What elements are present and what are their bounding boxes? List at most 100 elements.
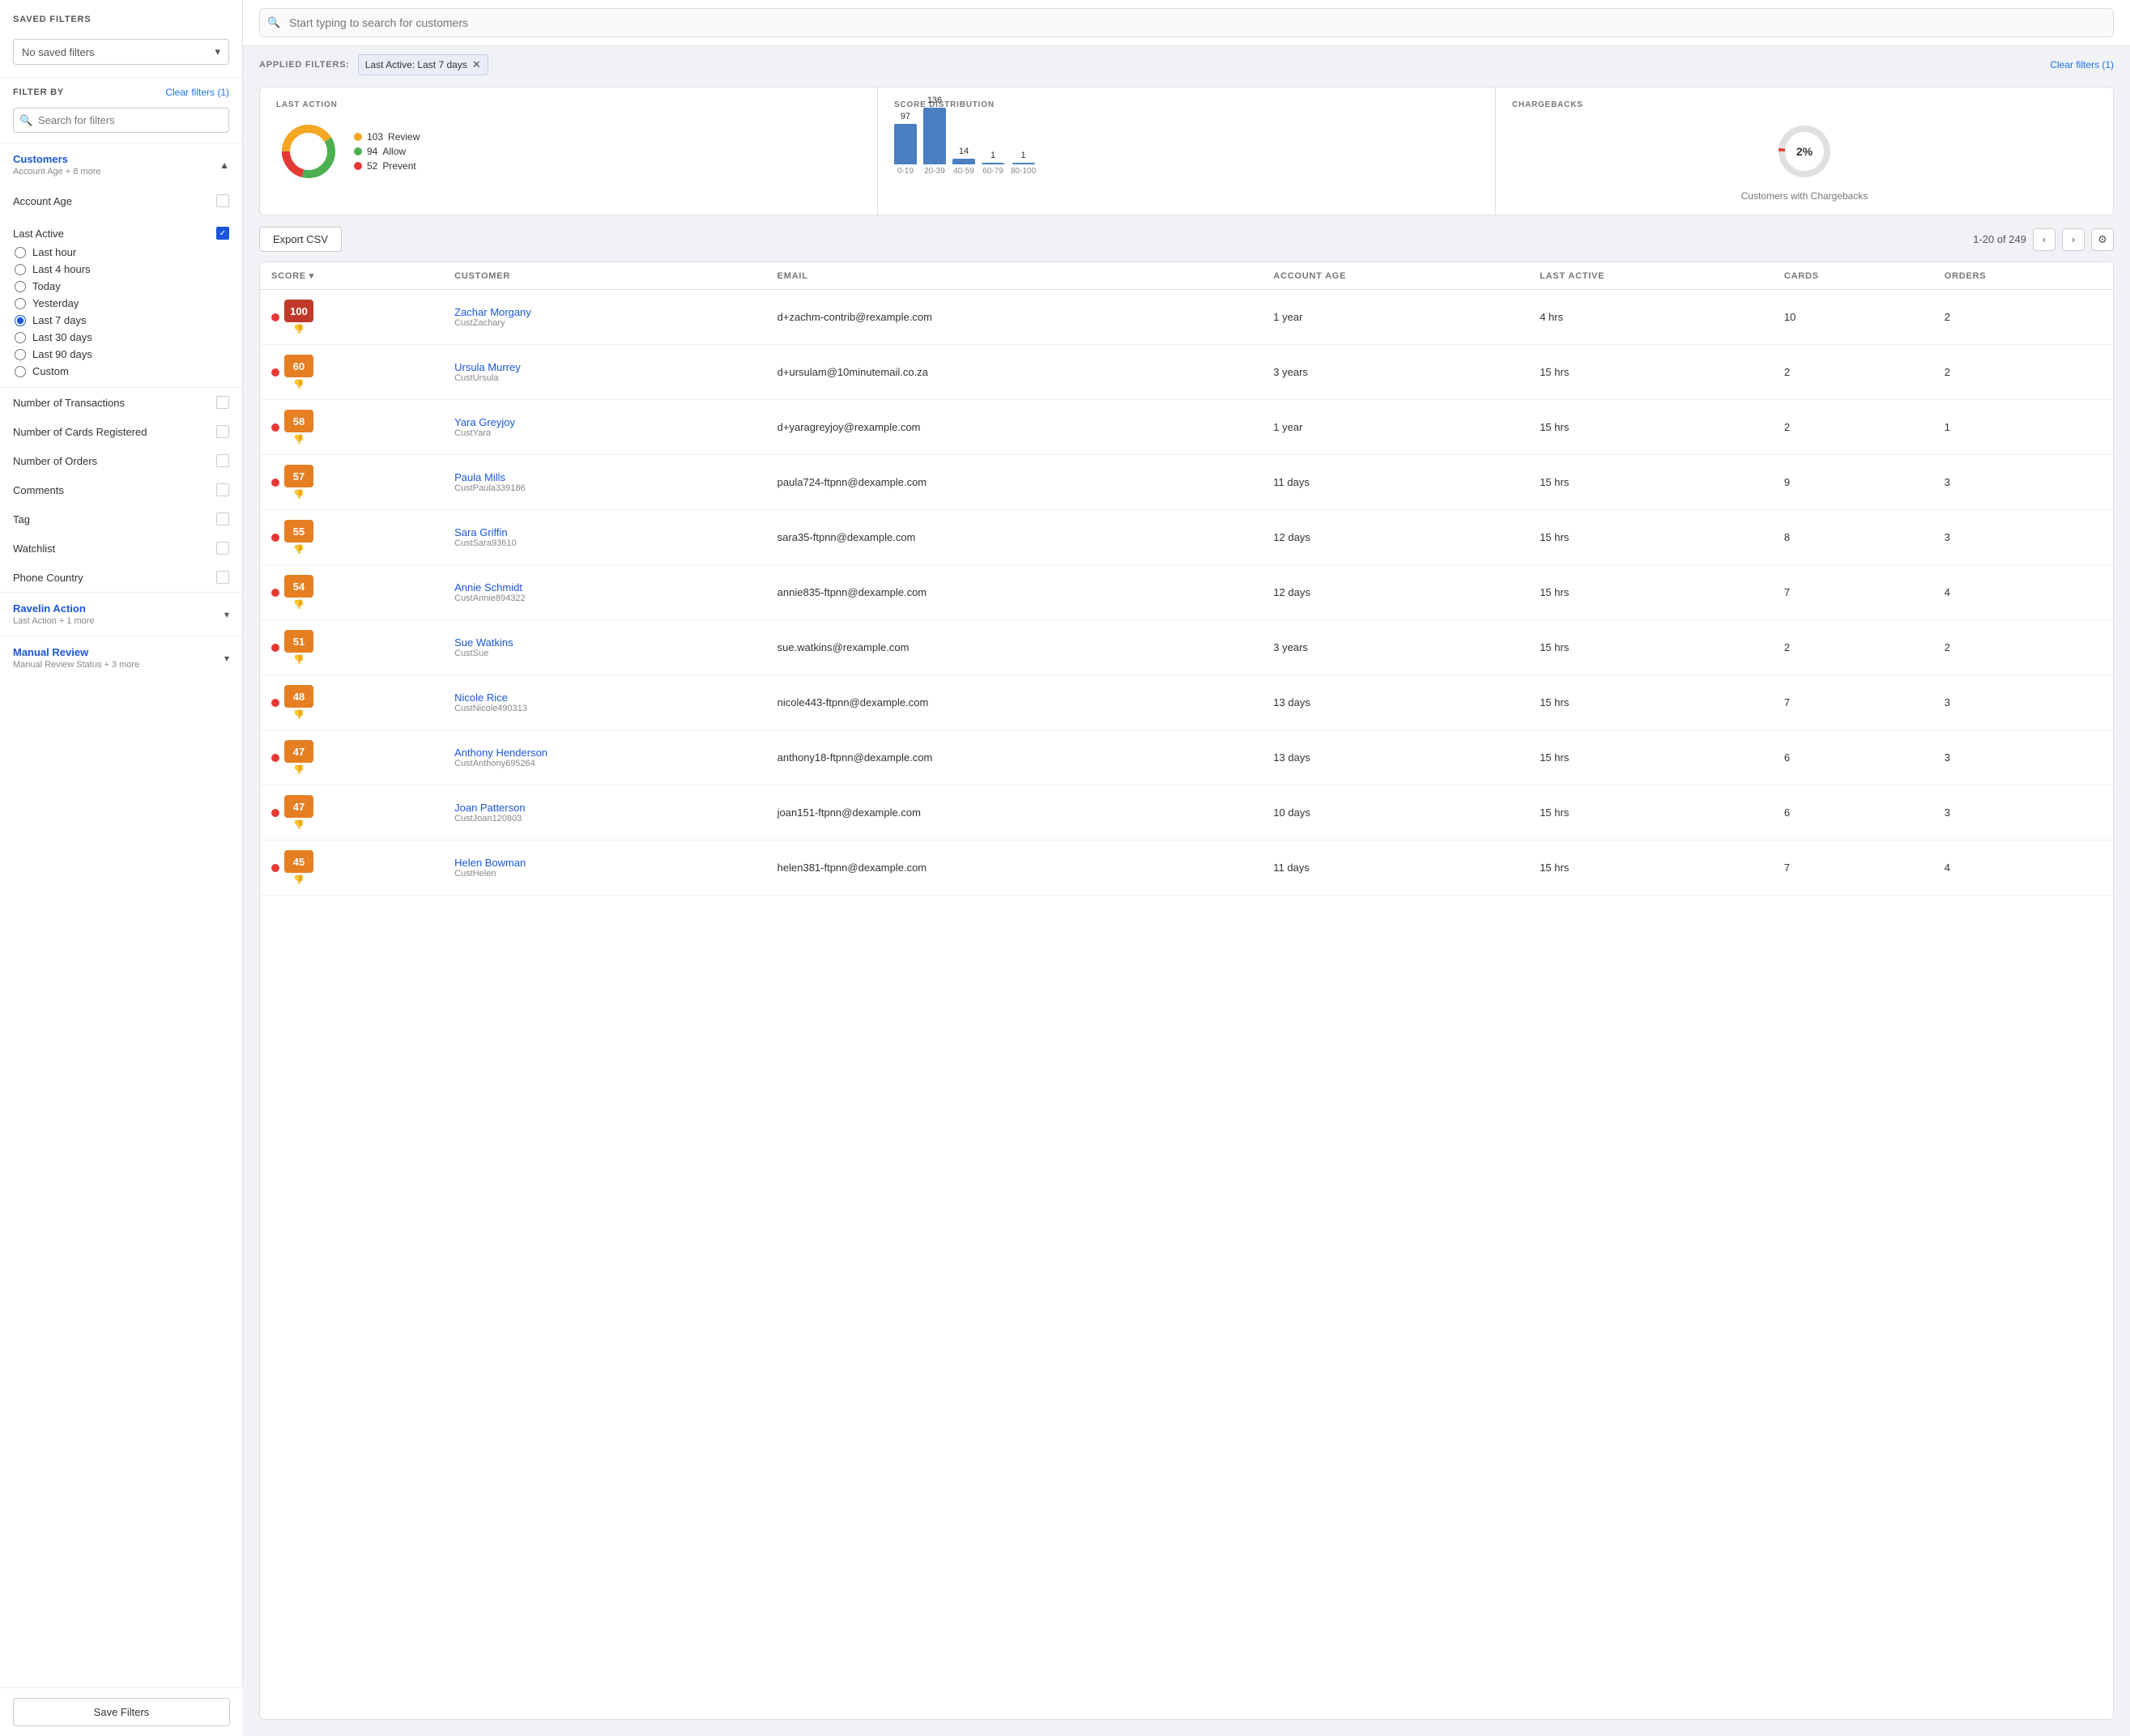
score-cell: 60 👎 bbox=[260, 345, 443, 400]
radio-last-90-days-label: Last 90 days bbox=[32, 348, 92, 360]
last-action-title: LAST ACTION bbox=[276, 100, 861, 109]
account-age-checkbox[interactable] bbox=[216, 194, 229, 207]
table-row[interactable]: 100 👎 Zachar Morgany CustZachary d+zachm… bbox=[260, 290, 2113, 345]
radio-today-label: Today bbox=[32, 280, 61, 292]
ravelin-action-header[interactable]: Ravelin Action Last Action + 1 more ▾ bbox=[0, 593, 242, 636]
search-filters-input[interactable] bbox=[13, 108, 229, 133]
radio-last-hour[interactable]: Last hour bbox=[15, 246, 229, 258]
customer-name[interactable]: Sue Watkins bbox=[454, 636, 755, 649]
score-badge: 51 bbox=[284, 630, 313, 653]
clear-all-filters-link[interactable]: Clear filters (1) bbox=[2050, 59, 2114, 70]
bar-80-100-rect bbox=[1012, 163, 1035, 164]
orders-cell: 3 bbox=[1933, 675, 2113, 730]
table-row[interactable]: 47 👎 Anthony Henderson CustAnthony695264… bbox=[260, 730, 2113, 785]
table-row[interactable]: 51 👎 Sue Watkins CustSue sue.watkins@rex… bbox=[260, 620, 2113, 675]
score-flag: 👎 bbox=[293, 819, 305, 830]
radio-custom[interactable]: Custom bbox=[15, 365, 229, 377]
radio-last-4-hours[interactable]: Last 4 hours bbox=[15, 263, 229, 275]
customer-name[interactable]: Helen Bowman bbox=[454, 857, 755, 869]
comments-checkbox[interactable] bbox=[216, 483, 229, 496]
customer-name[interactable]: Yara Greyjoy bbox=[454, 416, 755, 428]
last-active-cell: 4 hrs bbox=[1528, 290, 1773, 345]
bar-40-59-label: 40-59 bbox=[953, 167, 974, 176]
tag-checkbox[interactable] bbox=[216, 513, 229, 525]
customer-id: CustSara93610 bbox=[454, 538, 755, 548]
pagination-next-button[interactable]: › bbox=[2062, 228, 2085, 251]
score-dot bbox=[271, 313, 279, 321]
num-orders-filter[interactable]: Number of Orders bbox=[0, 446, 242, 475]
bar-20-39: 136 20-39 bbox=[923, 96, 946, 176]
num-cards-checkbox[interactable] bbox=[216, 425, 229, 438]
customer-name[interactable]: Paula Mills bbox=[454, 471, 755, 483]
cards-cell: 7 bbox=[1773, 565, 1933, 620]
customer-name[interactable]: Nicole Rice bbox=[454, 691, 755, 704]
chargebacks-title: CHARGEBACKS bbox=[1512, 100, 2097, 109]
phone-country-filter[interactable]: Phone Country bbox=[0, 563, 242, 592]
watchlist-filter[interactable]: Watchlist bbox=[0, 534, 242, 563]
comments-filter[interactable]: Comments bbox=[0, 475, 242, 504]
manual-review-header[interactable]: Manual Review Manual Review Status + 3 m… bbox=[0, 636, 242, 679]
num-cards-filter[interactable]: Number of Cards Registered bbox=[0, 417, 242, 446]
manual-review-subtitle: Manual Review Status + 3 more bbox=[13, 660, 139, 670]
num-orders-checkbox[interactable] bbox=[216, 454, 229, 467]
export-csv-button[interactable]: Export CSV bbox=[259, 227, 342, 252]
radio-last-30-days[interactable]: Last 30 days bbox=[15, 331, 229, 343]
review-label: Review bbox=[388, 131, 420, 143]
ravelin-action-chevron-down-icon: ▾ bbox=[224, 609, 229, 620]
score-distribution-chart: 97 0-19 136 20-39 14 40-59 1 60- bbox=[894, 119, 1479, 176]
cards-cell: 10 bbox=[1773, 290, 1933, 345]
customer-name[interactable]: Zachar Morgany bbox=[454, 306, 755, 318]
customer-name[interactable]: Joan Patterson bbox=[454, 802, 755, 814]
clear-filters-link[interactable]: Clear filters (1) bbox=[165, 87, 229, 98]
account-age-cell: 10 days bbox=[1262, 785, 1528, 840]
radio-today[interactable]: Today bbox=[15, 280, 229, 292]
customer-name[interactable]: Ursula Murrey bbox=[454, 361, 755, 373]
customer-search-input[interactable] bbox=[259, 8, 2114, 37]
customer-name[interactable]: Sara Griffin bbox=[454, 526, 755, 538]
account-age-filter-item[interactable]: Account Age bbox=[0, 186, 242, 215]
table-row[interactable]: 58 👎 Yara Greyjoy CustYara d+yaragreyjoy… bbox=[260, 400, 2113, 455]
score-flag: 👎 bbox=[293, 434, 305, 445]
save-filters-button[interactable]: Save Filters bbox=[13, 1698, 230, 1726]
allow-label: Allow bbox=[382, 146, 406, 157]
col-score[interactable]: SCORE ▾ bbox=[260, 262, 443, 290]
table-row[interactable]: 60 👎 Ursula Murrey CustUrsula d+ursulam@… bbox=[260, 345, 2113, 400]
radio-last-90-days[interactable]: Last 90 days bbox=[15, 348, 229, 360]
table-row[interactable]: 55 👎 Sara Griffin CustSara93610 sara35-f… bbox=[260, 510, 2113, 565]
customer-name[interactable]: Annie Schmidt bbox=[454, 581, 755, 594]
score-badge: 55 bbox=[284, 520, 313, 542]
table-row[interactable]: 47 👎 Joan Patterson CustJoan120803 joan1… bbox=[260, 785, 2113, 840]
chip-close-icon[interactable]: ✕ bbox=[472, 58, 481, 71]
score-cell: 58 👎 bbox=[260, 400, 443, 455]
cards-cell: 9 bbox=[1773, 455, 1933, 510]
radio-yesterday[interactable]: Yesterday bbox=[15, 297, 229, 309]
other-filters-section: Number of Transactions Number of Cards R… bbox=[0, 387, 242, 592]
score-cell: 54 👎 bbox=[260, 565, 443, 620]
score-badge: 60 bbox=[284, 355, 313, 377]
radio-last-7-days[interactable]: Last 7 days bbox=[15, 314, 229, 326]
score-flag: 👎 bbox=[293, 324, 305, 334]
num-transactions-checkbox[interactable] bbox=[216, 396, 229, 409]
account-age-cell: 12 days bbox=[1262, 510, 1528, 565]
customer-cell: Sue Watkins CustSue bbox=[443, 620, 766, 675]
watchlist-checkbox[interactable] bbox=[216, 542, 229, 555]
pagination-prev-button[interactable]: ‹ bbox=[2033, 228, 2055, 251]
table-row[interactable]: 45 👎 Helen Bowman CustHelen helen381-ftp… bbox=[260, 840, 2113, 896]
table-row[interactable]: 57 👎 Paula Mills CustPaula339186 paula72… bbox=[260, 455, 2113, 510]
customers-section-header[interactable]: Customers Account Age + 8 more ▲ bbox=[0, 143, 242, 186]
cards-cell: 7 bbox=[1773, 675, 1933, 730]
tag-filter[interactable]: Tag bbox=[0, 504, 242, 534]
allow-dot bbox=[354, 147, 362, 155]
score-dot bbox=[271, 699, 279, 707]
table-row[interactable]: 48 👎 Nicole Rice CustNicole490313 nicole… bbox=[260, 675, 2113, 730]
phone-country-checkbox[interactable] bbox=[216, 571, 229, 584]
table-row[interactable]: 54 👎 Annie Schmidt CustAnnie894322 annie… bbox=[260, 565, 2113, 620]
customer-name[interactable]: Anthony Henderson bbox=[454, 747, 755, 759]
saved-filters-select[interactable]: No saved filters ▾ bbox=[13, 39, 229, 65]
bar-0-19-rect bbox=[894, 124, 917, 164]
table-settings-button[interactable]: ⚙ bbox=[2091, 228, 2114, 251]
last-active-checkbox[interactable]: ✓ bbox=[216, 227, 229, 240]
num-transactions-filter[interactable]: Number of Transactions bbox=[0, 388, 242, 417]
bar-80-100-label: 80-100 bbox=[1011, 167, 1036, 176]
last-active-header: Last Active ✓ bbox=[13, 219, 229, 246]
